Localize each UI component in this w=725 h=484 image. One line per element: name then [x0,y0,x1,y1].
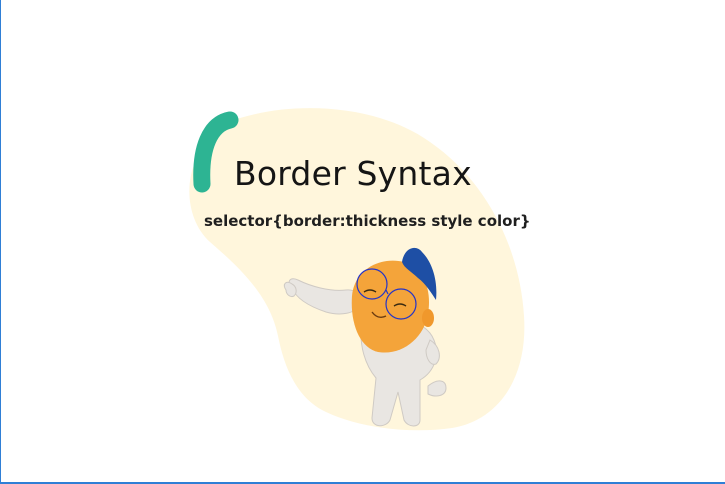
waving-character-illustration [283,247,447,427]
slide-canvas: Border Syntax selector{border:thickness … [0,0,725,484]
